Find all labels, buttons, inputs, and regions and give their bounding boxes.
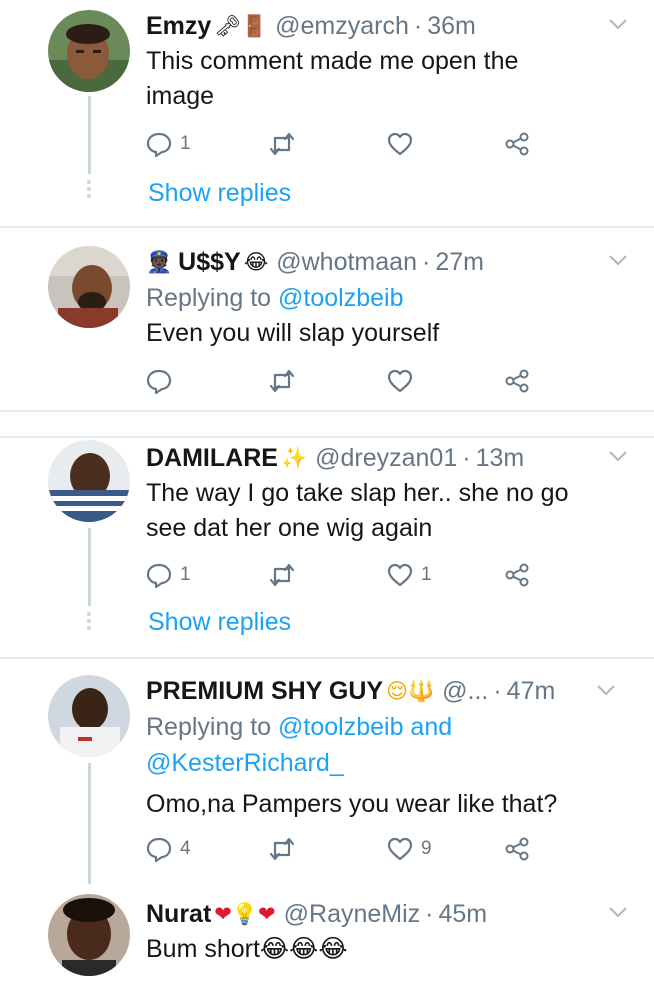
share-icon xyxy=(505,563,529,587)
tweet-text: see dat her one wig again xyxy=(146,514,433,542)
tweet-text: The way I go take slap her.. she no go xyxy=(146,479,569,507)
name-emoji: ✨ xyxy=(280,446,308,470)
mention-link[interactable]: @toolzbeib and xyxy=(278,713,452,741)
retweet-icon xyxy=(269,837,295,861)
reply-button[interactable]: 1 xyxy=(146,129,191,159)
share-button[interactable] xyxy=(504,366,530,396)
like-button[interactable] xyxy=(387,129,421,159)
avatar[interactable] xyxy=(48,10,130,92)
chevron-down-icon[interactable] xyxy=(608,450,628,462)
retweet-button[interactable] xyxy=(269,834,295,864)
like-button[interactable]: 9 xyxy=(387,834,432,864)
reply-icon xyxy=(146,132,172,157)
display-name[interactable]: PREMIUM SHY GUY xyxy=(146,673,383,709)
reply-button[interactable] xyxy=(146,366,172,396)
timestamp[interactable]: 13m xyxy=(476,440,525,476)
name-emoji: 😂 xyxy=(243,250,269,274)
tweet[interactable]: Nurat ❤💡❤ @RayneMiz · 45m Bum short😂😂😂 xyxy=(0,884,654,983)
avatar[interactable] xyxy=(48,246,130,328)
chevron-down-icon[interactable] xyxy=(608,906,628,918)
tweet[interactable]: DAMILARE ✨ @dreyzan01 · 13m The way I go… xyxy=(0,438,654,656)
name-emoji: 👮🏿 xyxy=(146,250,173,274)
chevron-down-icon[interactable] xyxy=(608,18,628,30)
reply-icon xyxy=(146,837,172,862)
avatar[interactable] xyxy=(48,894,130,976)
name-emoji: ❤💡❤ xyxy=(214,902,276,926)
show-replies-link[interactable]: Show replies xyxy=(148,604,291,640)
reply-count: 1 xyxy=(180,133,191,154)
share-icon xyxy=(505,132,529,156)
like-count: 1 xyxy=(421,564,432,585)
reply-icon xyxy=(146,369,172,394)
reply-button[interactable]: 4 xyxy=(146,834,191,864)
user-handle[interactable]: @dreyzan01 xyxy=(315,440,457,476)
retweet-button[interactable] xyxy=(269,560,295,590)
tweet-text: image xyxy=(146,82,215,110)
share-button[interactable] xyxy=(504,560,530,590)
reply-count: 4 xyxy=(180,838,191,859)
like-button[interactable] xyxy=(387,366,413,396)
display-name[interactable]: Emzy xyxy=(146,8,211,44)
display-name[interactable]: Nurat xyxy=(146,896,211,932)
user-handle[interactable]: @whotmaan xyxy=(276,244,417,280)
replying-to: Replying to @toolzbeib and xyxy=(146,713,453,741)
share-button[interactable] xyxy=(504,834,530,864)
timestamp[interactable]: 27m xyxy=(435,244,484,280)
name-emoji: 🗝🚪 xyxy=(214,14,268,38)
retweet-icon xyxy=(269,132,295,156)
like-button[interactable]: 1 xyxy=(387,560,432,590)
retweet-icon xyxy=(269,369,295,393)
share-button[interactable] xyxy=(504,129,530,159)
chevron-down-icon[interactable] xyxy=(596,684,616,696)
tweet-text: Even you will slap yourself xyxy=(146,319,440,347)
tweet[interactable]: PREMIUM SHY GUY 😌🔱 @... · 47m Replying t… xyxy=(0,659,654,884)
tweet-text: Bum short😂😂😂 xyxy=(146,935,348,963)
timestamp[interactable]: 45m xyxy=(439,896,488,932)
retweet-icon xyxy=(269,563,295,587)
like-icon xyxy=(387,369,413,393)
reply-count: 1 xyxy=(180,564,191,585)
name-emoji: 😌🔱 xyxy=(386,679,435,703)
mention-link[interactable]: @toolzbeib xyxy=(278,284,403,312)
user-handle[interactable]: @... xyxy=(442,673,488,709)
chevron-down-icon[interactable] xyxy=(608,254,628,266)
like-icon xyxy=(387,837,413,861)
replying-to: Replying to @toolzbeib xyxy=(146,284,404,312)
user-handle[interactable]: @emzyarch xyxy=(275,8,409,44)
mention-link[interactable]: @KesterRichard_ xyxy=(146,749,344,777)
share-icon xyxy=(505,837,529,861)
retweet-button[interactable] xyxy=(269,129,303,159)
reply-button[interactable]: 1 xyxy=(146,560,191,590)
share-icon xyxy=(505,369,529,393)
display-name[interactable]: DAMILARE xyxy=(146,440,278,476)
avatar[interactable] xyxy=(48,675,130,757)
reply-icon xyxy=(146,563,172,588)
avatar[interactable] xyxy=(48,440,130,522)
display-name[interactable]: U$$Y xyxy=(178,244,241,280)
timestamp[interactable]: 47m xyxy=(507,673,556,709)
like-icon xyxy=(387,132,413,156)
tweet[interactable]: 👮🏿 U$$Y 😂 @whotmaan · 27m Replying to @t… xyxy=(0,228,654,410)
timestamp[interactable]: 36m xyxy=(427,8,476,44)
like-icon xyxy=(387,563,413,587)
tweet[interactable]: Emzy 🗝🚪 @emzyarch · 36m This comment mad… xyxy=(0,0,654,225)
tweet-text: This comment made me open the xyxy=(146,47,519,75)
like-count: 9 xyxy=(421,838,432,859)
tweet-text: Omo,na Pampers you wear like that? xyxy=(146,790,558,818)
retweet-button[interactable] xyxy=(269,366,295,396)
user-handle[interactable]: @RayneMiz xyxy=(284,896,421,932)
show-replies-link[interactable]: Show replies xyxy=(148,175,291,211)
